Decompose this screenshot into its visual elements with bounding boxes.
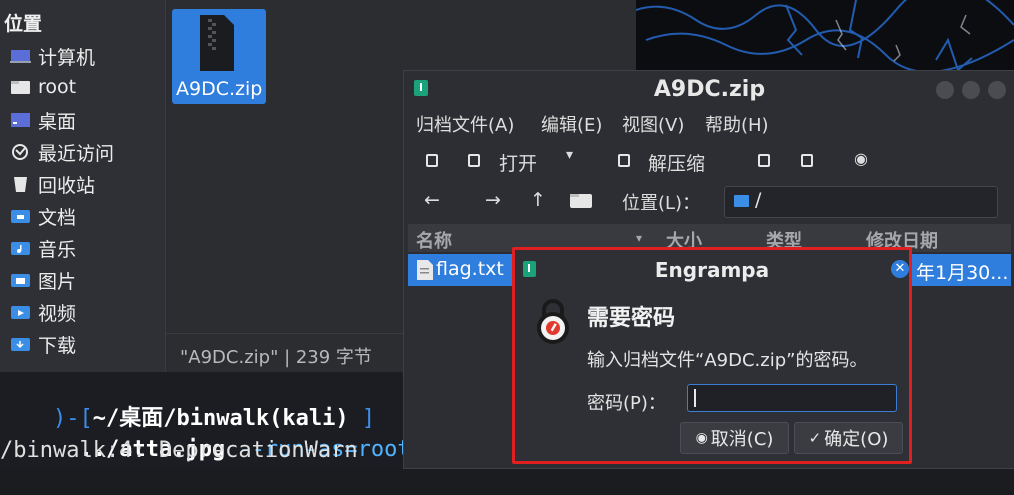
sidebar-item-label: 计算机 [38,46,96,69]
computer-icon [10,47,31,65]
zip-archive-icon [200,15,234,71]
lock-icon [537,299,569,344]
trash-icon [10,175,31,193]
back-arrow-icon[interactable]: ← [424,189,440,211]
sidebar-item-label: 视频 [38,302,77,325]
sort-chevron-icon: ▾ [636,231,643,245]
menu-help[interactable]: 帮助(H) [705,111,769,137]
sidebar-item-downloads[interactable]: 下载 [10,331,76,357]
cancel-label: 取消(C) [710,429,774,450]
dialog-title: Engrampa [654,258,770,282]
recent-icon [10,143,31,161]
location-field[interactable]: / [724,186,998,218]
sidebar-item-label: 桌面 [38,110,77,133]
sidebar-item-label: 音乐 [38,238,77,261]
videos-folder-icon [10,303,31,321]
places-heading: 位置 [4,13,43,35]
checkmark-icon: ✓ [808,429,822,447]
sidebar-item-music[interactable]: 音乐 [10,235,76,261]
menu-archive[interactable]: 归档文件(A) [416,111,514,137]
cancel-button[interactable]: ◉ 取消(C) [680,422,789,454]
up-arrow-icon[interactable]: ↑ [530,189,546,211]
terminal-prompt-line: )-[~/桌面/binwalk(kali) ] [0,374,375,431]
sidebar-item-label: 文档 [38,206,77,229]
pictures-folder-icon [10,271,31,289]
password-field[interactable] [687,384,897,412]
dialog-message: 输入归档文件“A9DC.zip”的密码。 [587,350,868,371]
terminal-command-line: ../atta.jpg --run-as=root [0,405,410,462]
folder-icon [734,195,749,207]
password-label: 密码(P)： [587,393,666,414]
extract-icon[interactable] [618,154,630,167]
ok-button[interactable]: ✓ 确定(O) [794,422,903,454]
terminal[interactable]: )-[~/桌面/binwalk(kali) ] ../atta.jpg --ru… [0,372,411,467]
sidebar-item-label: 图片 [38,270,77,293]
open-dropdown-chevron-icon[interactable]: ▾ [566,147,573,163]
dialog-close-button[interactable]: ✕ [891,260,909,278]
stop-icon[interactable]: ◉ [854,149,868,168]
close-button[interactable] [988,81,1006,99]
home-folder-icon [10,78,31,96]
text-caret [694,389,696,407]
dialog-heading: 需要密码 [587,306,676,331]
status-text: "A9DC.zip" | 239 字节 [180,347,372,368]
ok-label: 确定(O) [824,429,889,450]
sidebar-item-label: 最近访问 [38,142,115,165]
sidebar-item-label: root [38,76,77,98]
sidebar-item-computer[interactable]: 计算机 [10,43,95,69]
add-files-icon[interactable] [758,154,770,167]
cancel-icon: ◉ [695,430,708,446]
row-modified: 年1月30... [916,262,1009,284]
sidebar-item-videos[interactable]: 视频 [10,299,76,325]
window-title: A9DC.zip [653,77,766,102]
location-label: 位置(L)： [622,193,701,214]
music-folder-icon [10,239,31,257]
text-file-icon [417,260,433,280]
location-path: / [755,189,762,211]
title-bar: A9DC.zip [404,71,1014,107]
terminal-output: /binwalk:4: DeprecationWarn [0,438,358,463]
column-name[interactable]: 名称 [416,227,452,253]
documents-folder-icon [10,207,31,225]
maximize-button[interactable] [962,81,980,99]
open-archive-icon[interactable] [468,154,480,167]
sidebar-item-desktop[interactable]: 桌面 [10,107,76,133]
menu-edit[interactable]: 编辑(E) [541,111,602,137]
open-button[interactable]: 打开 [499,149,537,176]
minimize-button[interactable] [936,81,954,99]
sidebar-item-documents[interactable]: 文档 [10,203,76,229]
sidebar-item-root[interactable]: root [10,74,76,100]
new-archive-icon[interactable] [426,154,438,167]
places-sidebar: 位置 计算机 root 桌面 最近访问 回收站 文档 音乐 图片 视频 下载 [0,0,166,372]
home-icon[interactable] [570,191,592,209]
add-folder-icon[interactable] [801,154,813,167]
sidebar-item-recent[interactable]: 最近访问 [10,139,114,165]
password-dialog: Engrampa ✕ 需要密码 输入归档文件“A9DC.zip”的密码。 密码(… [512,247,912,464]
sidebar-item-pictures[interactable]: 图片 [10,267,76,293]
menu-view[interactable]: 视图(V) [622,111,684,137]
row-file-name: flag.txt [436,258,504,280]
file-name: A9DC.zip [176,78,263,100]
extract-button[interactable]: 解压缩 [648,149,705,176]
forward-arrow-icon[interactable]: → [485,189,501,211]
sidebar-item-label: 下载 [38,334,77,357]
desktop-icon [10,111,31,129]
sidebar-item-label: 回收站 [38,174,96,197]
downloads-folder-icon [10,335,31,353]
sidebar-item-trash[interactable]: 回收站 [10,171,95,197]
